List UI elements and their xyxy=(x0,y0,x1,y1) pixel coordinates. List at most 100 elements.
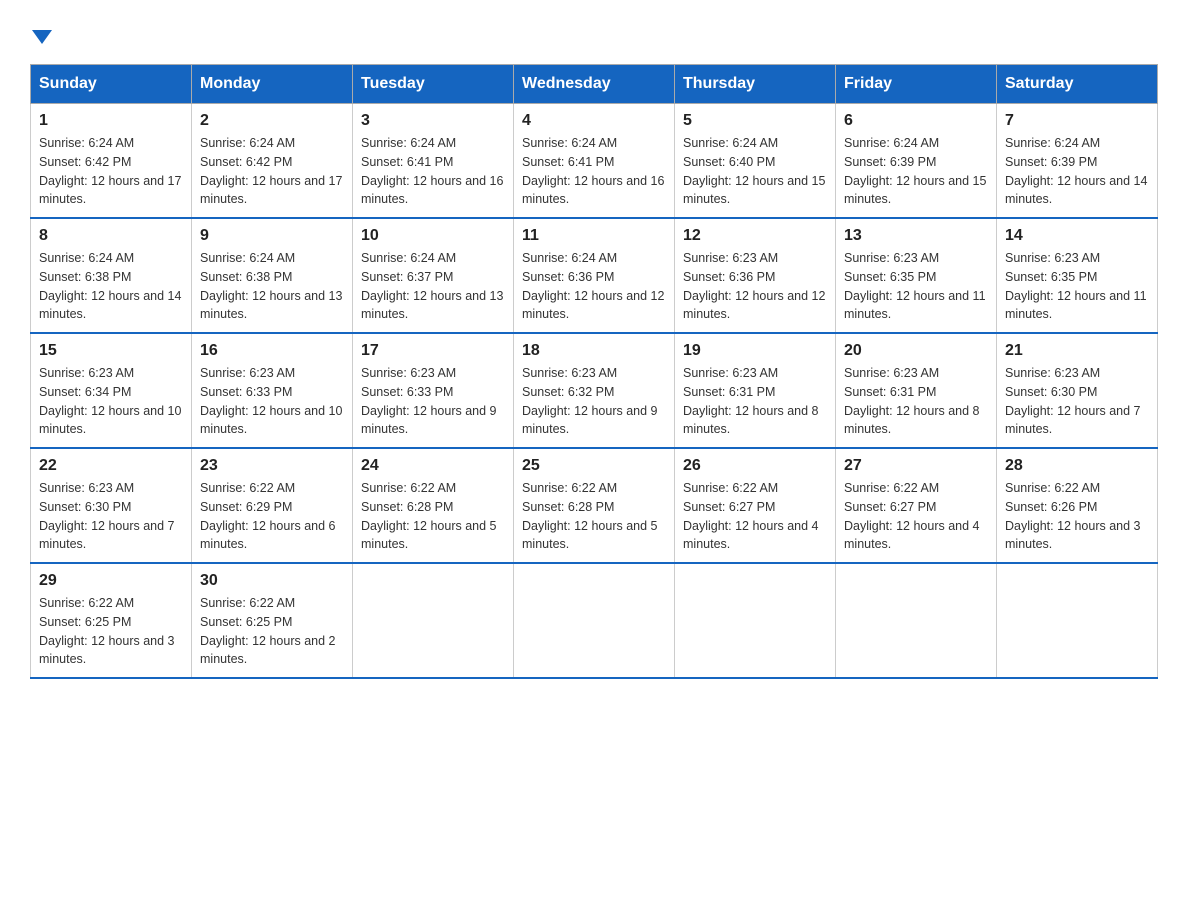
calendar-day-cell: 21 Sunrise: 6:23 AMSunset: 6:30 PMDaylig… xyxy=(997,333,1158,448)
day-info: Sunrise: 6:24 AMSunset: 6:38 PMDaylight:… xyxy=(200,251,342,321)
day-number: 6 xyxy=(844,112,988,130)
calendar-day-cell: 3 Sunrise: 6:24 AMSunset: 6:41 PMDayligh… xyxy=(353,104,514,219)
calendar-week-row: 22 Sunrise: 6:23 AMSunset: 6:30 PMDaylig… xyxy=(31,448,1158,563)
calendar-day-cell: 25 Sunrise: 6:22 AMSunset: 6:28 PMDaylig… xyxy=(514,448,675,563)
day-info: Sunrise: 6:24 AMSunset: 6:36 PMDaylight:… xyxy=(522,251,664,321)
day-info: Sunrise: 6:22 AMSunset: 6:28 PMDaylight:… xyxy=(522,481,658,551)
calendar-day-cell: 6 Sunrise: 6:24 AMSunset: 6:39 PMDayligh… xyxy=(836,104,997,219)
day-info: Sunrise: 6:24 AMSunset: 6:39 PMDaylight:… xyxy=(1005,136,1147,206)
day-number: 11 xyxy=(522,227,666,245)
day-number: 26 xyxy=(683,457,827,475)
day-number: 30 xyxy=(200,572,344,590)
calendar-day-cell: 16 Sunrise: 6:23 AMSunset: 6:33 PMDaylig… xyxy=(192,333,353,448)
calendar-day-cell: 1 Sunrise: 6:24 AMSunset: 6:42 PMDayligh… xyxy=(31,104,192,219)
day-number: 4 xyxy=(522,112,666,130)
day-of-week-header: Wednesday xyxy=(514,65,675,104)
day-number: 23 xyxy=(200,457,344,475)
day-info: Sunrise: 6:23 AMSunset: 6:31 PMDaylight:… xyxy=(683,366,819,436)
day-info: Sunrise: 6:24 AMSunset: 6:41 PMDaylight:… xyxy=(522,136,664,206)
calendar-day-cell xyxy=(675,563,836,678)
day-number: 16 xyxy=(200,342,344,360)
day-number: 9 xyxy=(200,227,344,245)
day-info: Sunrise: 6:24 AMSunset: 6:39 PMDaylight:… xyxy=(844,136,986,206)
calendar-day-cell: 26 Sunrise: 6:22 AMSunset: 6:27 PMDaylig… xyxy=(675,448,836,563)
calendar-day-cell: 7 Sunrise: 6:24 AMSunset: 6:39 PMDayligh… xyxy=(997,104,1158,219)
calendar-week-row: 29 Sunrise: 6:22 AMSunset: 6:25 PMDaylig… xyxy=(31,563,1158,678)
day-info: Sunrise: 6:23 AMSunset: 6:30 PMDaylight:… xyxy=(39,481,175,551)
calendar-day-cell: 14 Sunrise: 6:23 AMSunset: 6:35 PMDaylig… xyxy=(997,218,1158,333)
calendar-day-cell: 22 Sunrise: 6:23 AMSunset: 6:30 PMDaylig… xyxy=(31,448,192,563)
day-info: Sunrise: 6:23 AMSunset: 6:33 PMDaylight:… xyxy=(361,366,497,436)
day-number: 8 xyxy=(39,227,183,245)
day-info: Sunrise: 6:23 AMSunset: 6:32 PMDaylight:… xyxy=(522,366,658,436)
calendar-day-cell: 4 Sunrise: 6:24 AMSunset: 6:41 PMDayligh… xyxy=(514,104,675,219)
day-number: 5 xyxy=(683,112,827,130)
calendar-day-cell: 5 Sunrise: 6:24 AMSunset: 6:40 PMDayligh… xyxy=(675,104,836,219)
calendar-day-cell: 15 Sunrise: 6:23 AMSunset: 6:34 PMDaylig… xyxy=(31,333,192,448)
day-number: 27 xyxy=(844,457,988,475)
calendar-day-cell xyxy=(997,563,1158,678)
day-info: Sunrise: 6:24 AMSunset: 6:42 PMDaylight:… xyxy=(200,136,342,206)
calendar-day-cell: 18 Sunrise: 6:23 AMSunset: 6:32 PMDaylig… xyxy=(514,333,675,448)
day-number: 13 xyxy=(844,227,988,245)
day-of-week-header: Saturday xyxy=(997,65,1158,104)
calendar-day-cell: 10 Sunrise: 6:24 AMSunset: 6:37 PMDaylig… xyxy=(353,218,514,333)
calendar-day-cell: 24 Sunrise: 6:22 AMSunset: 6:28 PMDaylig… xyxy=(353,448,514,563)
day-info: Sunrise: 6:23 AMSunset: 6:33 PMDaylight:… xyxy=(200,366,342,436)
day-number: 12 xyxy=(683,227,827,245)
day-info: Sunrise: 6:22 AMSunset: 6:26 PMDaylight:… xyxy=(1005,481,1141,551)
calendar-table: SundayMondayTuesdayWednesdayThursdayFrid… xyxy=(30,64,1158,679)
day-info: Sunrise: 6:22 AMSunset: 6:27 PMDaylight:… xyxy=(844,481,980,551)
day-number: 21 xyxy=(1005,342,1149,360)
day-number: 7 xyxy=(1005,112,1149,130)
day-of-week-header: Sunday xyxy=(31,65,192,104)
calendar-week-row: 15 Sunrise: 6:23 AMSunset: 6:34 PMDaylig… xyxy=(31,333,1158,448)
day-info: Sunrise: 6:24 AMSunset: 6:38 PMDaylight:… xyxy=(39,251,181,321)
day-of-week-header: Tuesday xyxy=(353,65,514,104)
day-info: Sunrise: 6:23 AMSunset: 6:30 PMDaylight:… xyxy=(1005,366,1141,436)
day-info: Sunrise: 6:22 AMSunset: 6:25 PMDaylight:… xyxy=(200,596,336,666)
day-number: 15 xyxy=(39,342,183,360)
day-info: Sunrise: 6:22 AMSunset: 6:27 PMDaylight:… xyxy=(683,481,819,551)
day-number: 3 xyxy=(361,112,505,130)
day-info: Sunrise: 6:24 AMSunset: 6:42 PMDaylight:… xyxy=(39,136,181,206)
day-number: 20 xyxy=(844,342,988,360)
calendar-day-cell: 28 Sunrise: 6:22 AMSunset: 6:26 PMDaylig… xyxy=(997,448,1158,563)
day-number: 2 xyxy=(200,112,344,130)
day-number: 22 xyxy=(39,457,183,475)
day-info: Sunrise: 6:24 AMSunset: 6:40 PMDaylight:… xyxy=(683,136,825,206)
day-info: Sunrise: 6:24 AMSunset: 6:41 PMDaylight:… xyxy=(361,136,503,206)
day-info: Sunrise: 6:24 AMSunset: 6:37 PMDaylight:… xyxy=(361,251,503,321)
day-number: 18 xyxy=(522,342,666,360)
day-number: 25 xyxy=(522,457,666,475)
day-info: Sunrise: 6:22 AMSunset: 6:25 PMDaylight:… xyxy=(39,596,175,666)
calendar-day-cell xyxy=(514,563,675,678)
day-number: 17 xyxy=(361,342,505,360)
day-info: Sunrise: 6:23 AMSunset: 6:35 PMDaylight:… xyxy=(1005,251,1147,321)
day-info: Sunrise: 6:23 AMSunset: 6:34 PMDaylight:… xyxy=(39,366,181,436)
day-number: 19 xyxy=(683,342,827,360)
logo-triangle-icon xyxy=(32,30,52,44)
calendar-week-row: 8 Sunrise: 6:24 AMSunset: 6:38 PMDayligh… xyxy=(31,218,1158,333)
calendar-day-cell: 30 Sunrise: 6:22 AMSunset: 6:25 PMDaylig… xyxy=(192,563,353,678)
calendar-day-cell: 27 Sunrise: 6:22 AMSunset: 6:27 PMDaylig… xyxy=(836,448,997,563)
day-number: 10 xyxy=(361,227,505,245)
calendar-day-cell xyxy=(836,563,997,678)
day-number: 29 xyxy=(39,572,183,590)
day-info: Sunrise: 6:22 AMSunset: 6:28 PMDaylight:… xyxy=(361,481,497,551)
calendar-day-cell: 29 Sunrise: 6:22 AMSunset: 6:25 PMDaylig… xyxy=(31,563,192,678)
day-info: Sunrise: 6:23 AMSunset: 6:35 PMDaylight:… xyxy=(844,251,986,321)
logo xyxy=(30,30,52,44)
day-of-week-header: Monday xyxy=(192,65,353,104)
calendar-day-cell: 11 Sunrise: 6:24 AMSunset: 6:36 PMDaylig… xyxy=(514,218,675,333)
calendar-day-cell xyxy=(353,563,514,678)
calendar-day-cell: 9 Sunrise: 6:24 AMSunset: 6:38 PMDayligh… xyxy=(192,218,353,333)
calendar-day-cell: 12 Sunrise: 6:23 AMSunset: 6:36 PMDaylig… xyxy=(675,218,836,333)
calendar-day-cell: 23 Sunrise: 6:22 AMSunset: 6:29 PMDaylig… xyxy=(192,448,353,563)
page-header xyxy=(30,30,1158,44)
day-of-week-header: Friday xyxy=(836,65,997,104)
calendar-day-cell: 2 Sunrise: 6:24 AMSunset: 6:42 PMDayligh… xyxy=(192,104,353,219)
day-info: Sunrise: 6:23 AMSunset: 6:36 PMDaylight:… xyxy=(683,251,825,321)
calendar-day-cell: 20 Sunrise: 6:23 AMSunset: 6:31 PMDaylig… xyxy=(836,333,997,448)
day-info: Sunrise: 6:23 AMSunset: 6:31 PMDaylight:… xyxy=(844,366,980,436)
